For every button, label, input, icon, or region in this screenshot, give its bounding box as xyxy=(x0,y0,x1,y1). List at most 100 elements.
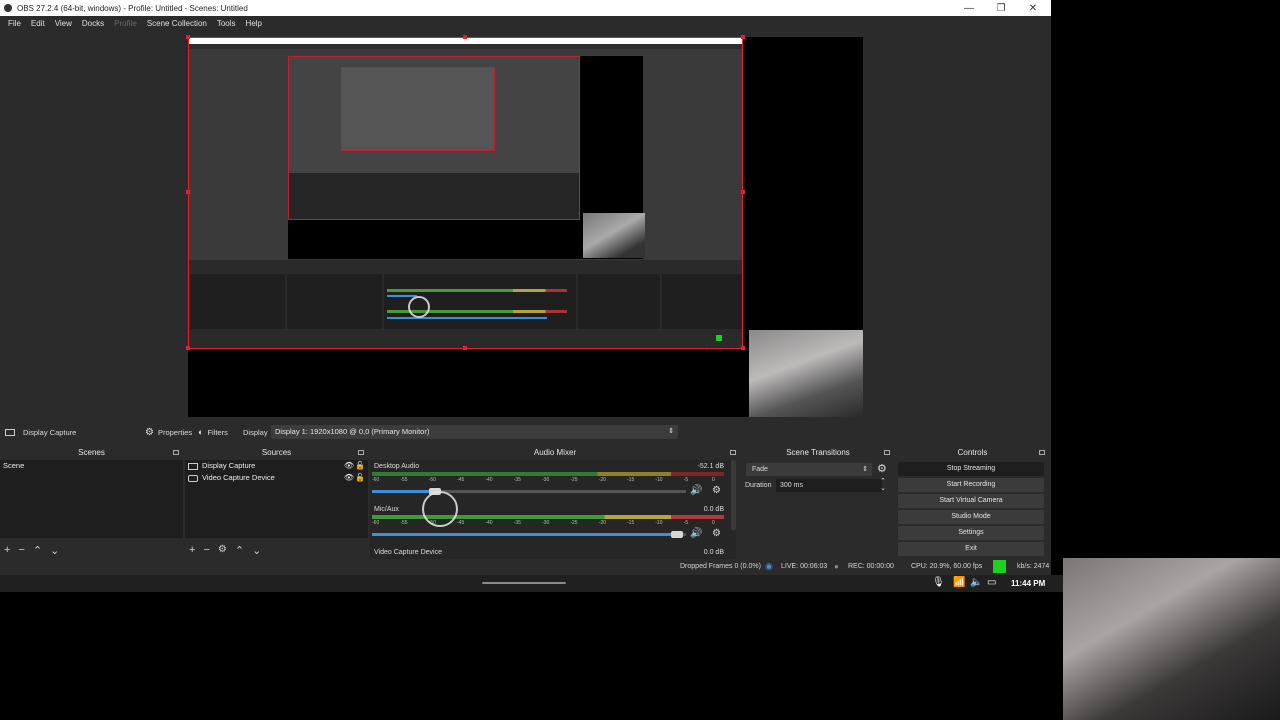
chevron-updown-icon: ⇕ xyxy=(668,428,674,435)
scene-item[interactable]: Scene xyxy=(0,460,183,472)
undock-icon[interactable] xyxy=(358,450,364,455)
microphone-icon[interactable]: 🎙 xyxy=(932,577,945,588)
tick-label: 0 xyxy=(712,520,715,526)
tick-label: -45 xyxy=(457,477,465,483)
minimize-icon: — xyxy=(964,2,974,14)
volume-icon[interactable]: 🔈 xyxy=(970,577,982,588)
display-capture-preview[interactable] xyxy=(188,37,743,349)
status-bar: Dropped Frames 0 (0.0%) ◉ LIVE: 00:06:03… xyxy=(0,559,1051,575)
tick-label: -15 xyxy=(627,477,635,483)
close-icon: ✕ xyxy=(1028,2,1038,14)
start-virtual-camera-button[interactable]: Start Virtual Camera xyxy=(898,494,1044,508)
touch-indicator xyxy=(408,296,430,318)
close-button[interactable]: ✕ xyxy=(1017,0,1049,16)
eye-icon[interactable]: 👁 xyxy=(344,460,354,472)
resize-handle[interactable] xyxy=(741,35,745,39)
move-down-icon[interactable]: ⌄ xyxy=(50,544,59,557)
resize-handle[interactable] xyxy=(463,346,467,350)
undock-icon[interactable] xyxy=(1039,450,1045,455)
gear-icon[interactable]: ⚙ xyxy=(712,485,721,496)
tick-label: -50 xyxy=(428,477,436,483)
resize-handle[interactable] xyxy=(186,35,190,39)
lock-icon[interactable]: 🔓 xyxy=(355,472,365,484)
channel-db: -52.1 dB xyxy=(697,463,724,470)
menu-tools[interactable]: Tools xyxy=(212,19,241,28)
menu-view[interactable]: View xyxy=(50,19,77,28)
restore-icon: ❐ xyxy=(996,2,1006,14)
duration-spinbox[interactable]: 300 ms xyxy=(776,479,882,492)
lock-icon[interactable]: 🔓 xyxy=(355,460,365,472)
menu-file[interactable]: File xyxy=(3,19,26,28)
clock[interactable]: 11:44 PM xyxy=(1011,579,1045,588)
monitor-icon xyxy=(5,428,15,436)
obs-window: OBS 27.2.4 (64-bit, windows) - Profile: … xyxy=(0,0,1063,592)
undock-icon[interactable] xyxy=(884,450,890,455)
speaker-icon[interactable]: 🔊 xyxy=(690,528,702,539)
resize-handle[interactable] xyxy=(463,35,467,39)
scenes-dock-header: Scenes xyxy=(0,447,183,459)
remove-scene-icon[interactable]: − xyxy=(18,544,24,557)
resize-handle[interactable] xyxy=(741,190,745,194)
selected-source: Display Capture xyxy=(5,423,76,441)
gear-icon[interactable]: ⚙ xyxy=(712,528,721,539)
rec-time: REC: 00:00:00 xyxy=(848,563,894,570)
menu-profile[interactable]: Profile xyxy=(109,19,142,28)
mixer-scrollbar[interactable] xyxy=(731,460,736,530)
exit-button[interactable]: Exit xyxy=(898,542,1044,556)
channel-name: Mic/Aux xyxy=(374,506,399,513)
volume-slider-handle[interactable] xyxy=(670,531,683,538)
gear-icon[interactable]: ⚙ xyxy=(218,544,227,557)
settings-button[interactable]: Settings xyxy=(898,526,1044,540)
video-capture-preview[interactable] xyxy=(749,330,863,417)
source-label: Video Capture Device xyxy=(202,473,275,482)
minimize-button[interactable]: — xyxy=(953,0,985,16)
gear-icon[interactable]: ⚙ xyxy=(877,462,887,475)
move-down-icon[interactable]: ⌄ xyxy=(252,544,261,557)
start-recording-button[interactable]: Start Recording xyxy=(898,478,1044,492)
volume-slider-fill xyxy=(372,533,677,536)
touch-indicator xyxy=(422,491,458,527)
menu-scene-collection[interactable]: Scene Collection xyxy=(142,19,212,28)
channel-db: 0.0 dB xyxy=(703,549,724,556)
properties-label: Properties xyxy=(157,427,193,437)
controls-title: Controls xyxy=(957,448,988,457)
move-up-icon[interactable]: ⌃ xyxy=(33,544,42,557)
battery-icon[interactable]: ▭ xyxy=(987,577,996,588)
eye-icon[interactable]: 👁 xyxy=(344,472,354,484)
tick-label: -5 xyxy=(683,477,689,483)
cpu-fps: CPU: 20.9%, 60.00 fps xyxy=(911,563,983,570)
properties-button[interactable]: ⚙ Properties xyxy=(145,423,192,441)
wifi-icon[interactable]: 📶 xyxy=(953,577,965,588)
filters-label: Filters xyxy=(207,427,228,437)
sources-toolbar: + − ⚙ ⌃ ⌄ xyxy=(189,544,261,557)
menu-help[interactable]: Help xyxy=(241,19,267,28)
spin-arrows-icon[interactable]: ⌃ ⌄ xyxy=(880,478,886,492)
tick-label: -35 xyxy=(513,520,521,526)
resize-handle[interactable] xyxy=(186,346,190,350)
scenes-title: Scenes xyxy=(78,448,105,457)
remove-source-icon[interactable]: − xyxy=(203,544,209,557)
tick-label: -10 xyxy=(655,520,663,526)
studio-mode-button[interactable]: Studio Mode xyxy=(898,510,1044,524)
add-source-icon[interactable]: + xyxy=(189,544,195,557)
nested-docks xyxy=(189,260,742,348)
resize-handle[interactable] xyxy=(741,346,745,350)
filters-button[interactable]: ◐ Filters xyxy=(198,423,228,441)
resize-handle[interactable] xyxy=(186,190,190,194)
volume-meter xyxy=(372,472,724,476)
transition-select[interactable]: Fade ⇕ xyxy=(746,463,872,476)
source-item-video-capture[interactable]: Video Capture Device 👁 🔓 xyxy=(185,472,368,484)
menu-docks[interactable]: Docks xyxy=(77,19,109,28)
display-select[interactable]: Display 1: 1920x1080 @ 0,0 (Primary Moni… xyxy=(271,425,678,439)
source-item-display-capture[interactable]: Display Capture 👁 🔓 xyxy=(185,460,368,472)
stop-streaming-button[interactable]: Stop Streaming xyxy=(898,462,1044,476)
move-up-icon[interactable]: ⌃ xyxy=(235,544,244,557)
controls-dock: Controls Stop Streaming Start Recording … xyxy=(896,447,1049,559)
volume-slider-fill xyxy=(372,490,435,493)
add-scene-icon[interactable]: + xyxy=(4,544,10,557)
undock-icon[interactable] xyxy=(173,450,179,455)
menu-edit[interactable]: Edit xyxy=(26,19,50,28)
speaker-icon[interactable]: 🔊 xyxy=(690,485,702,496)
maximize-button[interactable]: ❐ xyxy=(985,0,1017,16)
undock-icon[interactable] xyxy=(730,450,736,455)
